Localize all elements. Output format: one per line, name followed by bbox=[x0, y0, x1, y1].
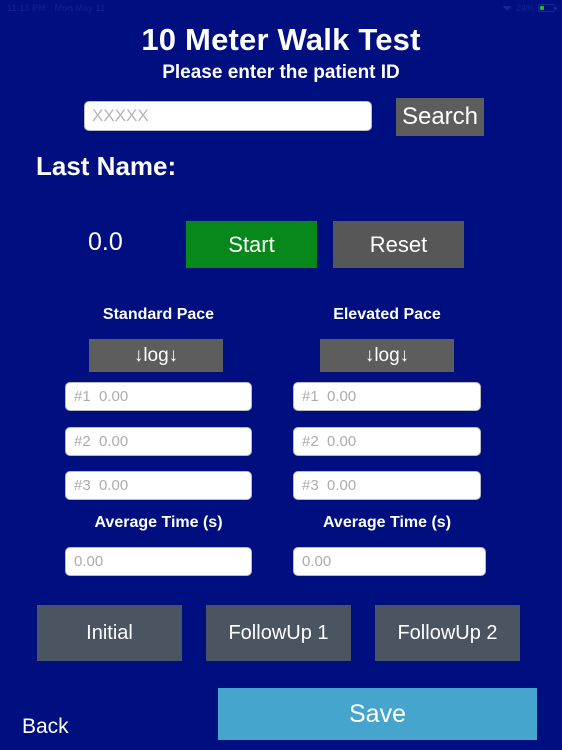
standard-trial-2-input[interactable] bbox=[65, 427, 252, 456]
back-button[interactable]: Back bbox=[22, 715, 69, 739]
battery-percent-label: 24% bbox=[515, 2, 534, 13]
status-bar-right: 24% bbox=[502, 2, 557, 13]
timer-value: 0.0 bbox=[88, 228, 123, 256]
battery-fill bbox=[540, 5, 544, 10]
last-name-label: Last Name: bbox=[36, 151, 177, 181]
status-bar-left: 11:13 PM Mon May 11 bbox=[7, 3, 105, 13]
patient-id-input[interactable] bbox=[84, 101, 372, 131]
search-button[interactable]: Search bbox=[396, 98, 484, 136]
page-title: 10 Meter Walk Test bbox=[141, 22, 421, 57]
standard-trial-3-input[interactable] bbox=[65, 471, 252, 500]
standard-trial-1-input[interactable] bbox=[65, 382, 252, 411]
start-button[interactable]: Start bbox=[186, 221, 317, 268]
wifi-icon bbox=[502, 4, 512, 12]
save-button[interactable]: Save bbox=[218, 688, 537, 740]
elevated-trial-2-input[interactable] bbox=[293, 427, 481, 456]
standard-average-label: Average Time (s) bbox=[94, 514, 223, 531]
elevated-pace-log-button[interactable]: ↓log↓ bbox=[320, 339, 454, 372]
elevated-trial-3-input[interactable] bbox=[293, 471, 481, 500]
battery-icon bbox=[538, 3, 557, 12]
visit-followup-1-button[interactable]: FollowUp 1 bbox=[206, 605, 351, 661]
visit-initial-button[interactable]: Initial bbox=[37, 605, 182, 661]
visit-followup-2-button[interactable]: FollowUp 2 bbox=[375, 605, 520, 661]
status-bar: 11:13 PM Mon May 11 24% bbox=[0, 0, 562, 15]
elevated-average-label: Average Time (s) bbox=[322, 514, 452, 531]
elevated-pace-title: Elevated Pace bbox=[333, 306, 441, 323]
standard-pace-log-button[interactable]: ↓log↓ bbox=[89, 339, 223, 372]
elevated-average-input[interactable] bbox=[293, 547, 486, 576]
status-date: Mon May 11 bbox=[54, 2, 106, 13]
standard-pace-title: Standard Pace bbox=[102, 306, 215, 323]
reset-button[interactable]: Reset bbox=[333, 221, 464, 268]
page-subtitle: Please enter the patient ID bbox=[162, 62, 400, 83]
elevated-trial-1-input[interactable] bbox=[293, 382, 481, 411]
status-time: 11:13 PM bbox=[7, 2, 46, 13]
standard-average-input[interactable] bbox=[65, 547, 252, 576]
